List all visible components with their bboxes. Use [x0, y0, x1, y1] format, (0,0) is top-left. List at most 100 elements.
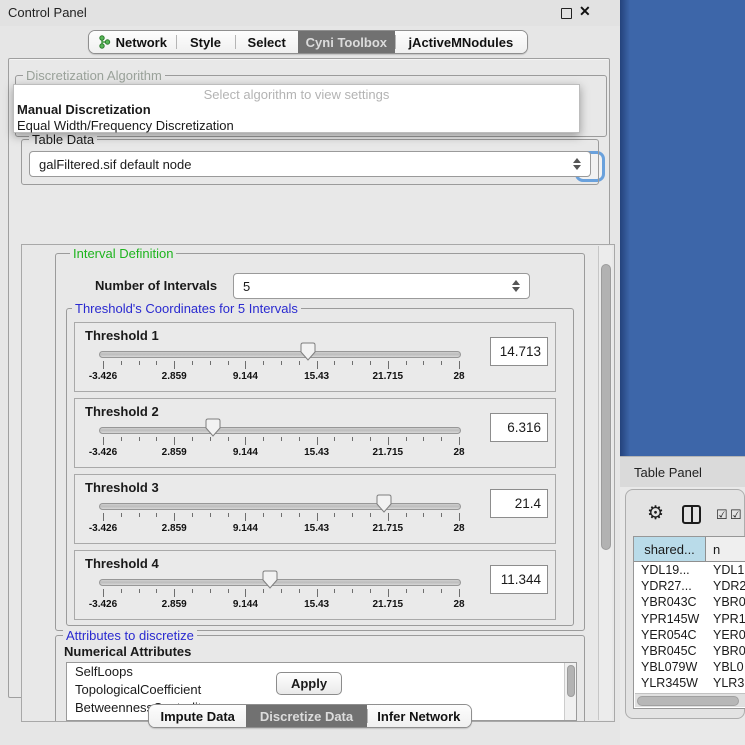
threshold-slider[interactable]	[99, 351, 461, 358]
threshold-value-field[interactable]: 6.316	[490, 413, 548, 442]
threshold-slider[interactable]	[99, 427, 461, 434]
column-header-name[interactable]: n	[706, 537, 745, 561]
minor-tick	[406, 513, 407, 517]
vertical-scrollbar[interactable]	[598, 246, 612, 720]
dropdown-option-manual[interactable]: Manual Discretization	[14, 102, 579, 118]
horizontal-scrollbar[interactable]	[635, 693, 745, 707]
column-header-shared[interactable]: shared...	[634, 537, 706, 561]
minor-tick	[406, 437, 407, 441]
table-row[interactable]: YDR27...YDR2	[634, 578, 745, 594]
minor-tick	[370, 589, 371, 593]
minor-tick	[352, 589, 353, 593]
table-row[interactable]: YPR145WYPR1	[634, 611, 745, 627]
close-icon[interactable]: ✕	[579, 3, 591, 20]
checkbox-icon[interactable]: ☑	[730, 507, 742, 523]
major-tick	[174, 361, 175, 369]
tick-label: -3.426	[89, 599, 117, 610]
major-tick	[174, 437, 175, 445]
slider-thumb[interactable]	[300, 342, 316, 361]
minor-tick	[139, 437, 140, 441]
minor-tick	[139, 361, 140, 365]
tick-label: 2.859	[162, 599, 187, 610]
major-tick	[174, 589, 175, 597]
table-header-row: shared... n	[634, 537, 745, 562]
dropdown-option-equal-width[interactable]: Equal Width/Frequency Discretization	[14, 118, 579, 134]
tab-jactivemnodules[interactable]: jActiveMNodules	[395, 31, 527, 53]
tab-cyni-toolbox-label: Cyni Toolbox	[306, 35, 387, 50]
float-window-icon[interactable]	[561, 8, 572, 19]
major-tick	[388, 361, 389, 369]
table-cell: YBL0	[706, 659, 745, 675]
table-cell: YBR0	[706, 594, 745, 610]
table-cell: YDR2	[706, 578, 745, 594]
gear-icon[interactable]: ⚙	[647, 502, 664, 525]
split-columns-icon[interactable]	[682, 505, 701, 524]
tab-discretize-data[interactable]: Discretize Data	[246, 705, 366, 727]
discretization-algorithm-title: Discretization Algorithm	[23, 68, 165, 83]
num-intervals-combobox[interactable]: 5	[233, 273, 530, 299]
tab-select[interactable]: Select	[235, 31, 298, 53]
table-row[interactable]: YBR045CYBR0	[634, 643, 745, 659]
checkbox-icon[interactable]: ☑	[716, 507, 728, 523]
table-cell: YBR045C	[634, 643, 706, 659]
table-data-title: Table Data	[29, 132, 97, 147]
table-row[interactable]: YLR345WYLR3	[634, 675, 745, 691]
minor-tick	[299, 513, 300, 517]
apply-button[interactable]: Apply	[276, 672, 342, 695]
num-intervals-value: 5	[243, 279, 250, 294]
num-intervals-label: Number of Intervals	[95, 278, 217, 293]
minor-tick	[352, 361, 353, 365]
threshold-slider[interactable]	[99, 579, 461, 586]
list-scrollbar[interactable]	[564, 663, 576, 720]
minor-tick	[263, 361, 264, 365]
tab-style-label: Style	[190, 35, 221, 50]
cyni-content-panel: Discretization Algorithm Table Data galF…	[8, 58, 610, 698]
minor-tick	[370, 513, 371, 517]
minor-tick	[299, 437, 300, 441]
tab-impute-data-label: Impute Data	[160, 709, 234, 724]
table-row[interactable]: YBL079WYBL0	[634, 659, 745, 675]
minor-tick	[156, 513, 157, 517]
table-row[interactable]: YBR043CYBR0	[634, 594, 745, 610]
table-data-combobox[interactable]: galFiltered.sif default node	[29, 151, 591, 177]
settings-viewport: Interval Definition Number of Intervals …	[21, 244, 615, 722]
minor-tick	[139, 589, 140, 593]
tick-label: 21.715	[373, 371, 404, 382]
minor-tick	[370, 437, 371, 441]
tab-impute-data[interactable]: Impute Data	[149, 705, 246, 727]
minor-tick	[334, 589, 335, 593]
tab-cyni-toolbox[interactable]: Cyni Toolbox	[298, 31, 395, 53]
major-tick	[459, 513, 460, 521]
tick-label: 28	[453, 599, 464, 610]
scrollbar-thumb[interactable]	[601, 264, 611, 550]
minor-tick	[263, 513, 264, 517]
major-tick	[317, 361, 318, 369]
table-panel-title: Table Panel	[634, 465, 702, 480]
threshold-slider[interactable]	[99, 503, 461, 510]
slider-thumb[interactable]	[376, 494, 392, 513]
tick-label: 2.859	[162, 523, 187, 534]
slider-tick-labels: -3.4262.8599.14415.4321.71528	[103, 599, 459, 611]
minor-tick	[156, 437, 157, 441]
tab-network[interactable]: Network	[89, 31, 176, 53]
table-cell: YPR145W	[634, 611, 706, 627]
scrollbar-thumb[interactable]	[637, 696, 739, 706]
major-tick	[245, 513, 246, 521]
minor-tick	[441, 589, 442, 593]
threshold-value-field[interactable]: 21.4	[490, 489, 548, 518]
threshold-value-field[interactable]: 11.344	[490, 565, 548, 594]
tab-style[interactable]: Style	[176, 31, 236, 53]
table-cell: YBR043C	[634, 594, 706, 610]
minor-tick	[281, 361, 282, 365]
minor-tick	[228, 361, 229, 365]
table-row[interactable]: YDL19...YDL1	[634, 562, 745, 578]
major-tick	[317, 589, 318, 597]
slider-thumb[interactable]	[262, 570, 278, 589]
slider-thumb[interactable]	[205, 418, 221, 437]
major-tick	[245, 361, 246, 369]
table-row[interactable]: YER054CYER0	[634, 627, 745, 643]
threshold-value-field[interactable]: 14.713	[490, 337, 548, 366]
minor-tick	[121, 361, 122, 365]
tab-infer-network[interactable]: Infer Network	[367, 705, 471, 727]
table-data-value: galFiltered.sif default node	[39, 157, 191, 172]
